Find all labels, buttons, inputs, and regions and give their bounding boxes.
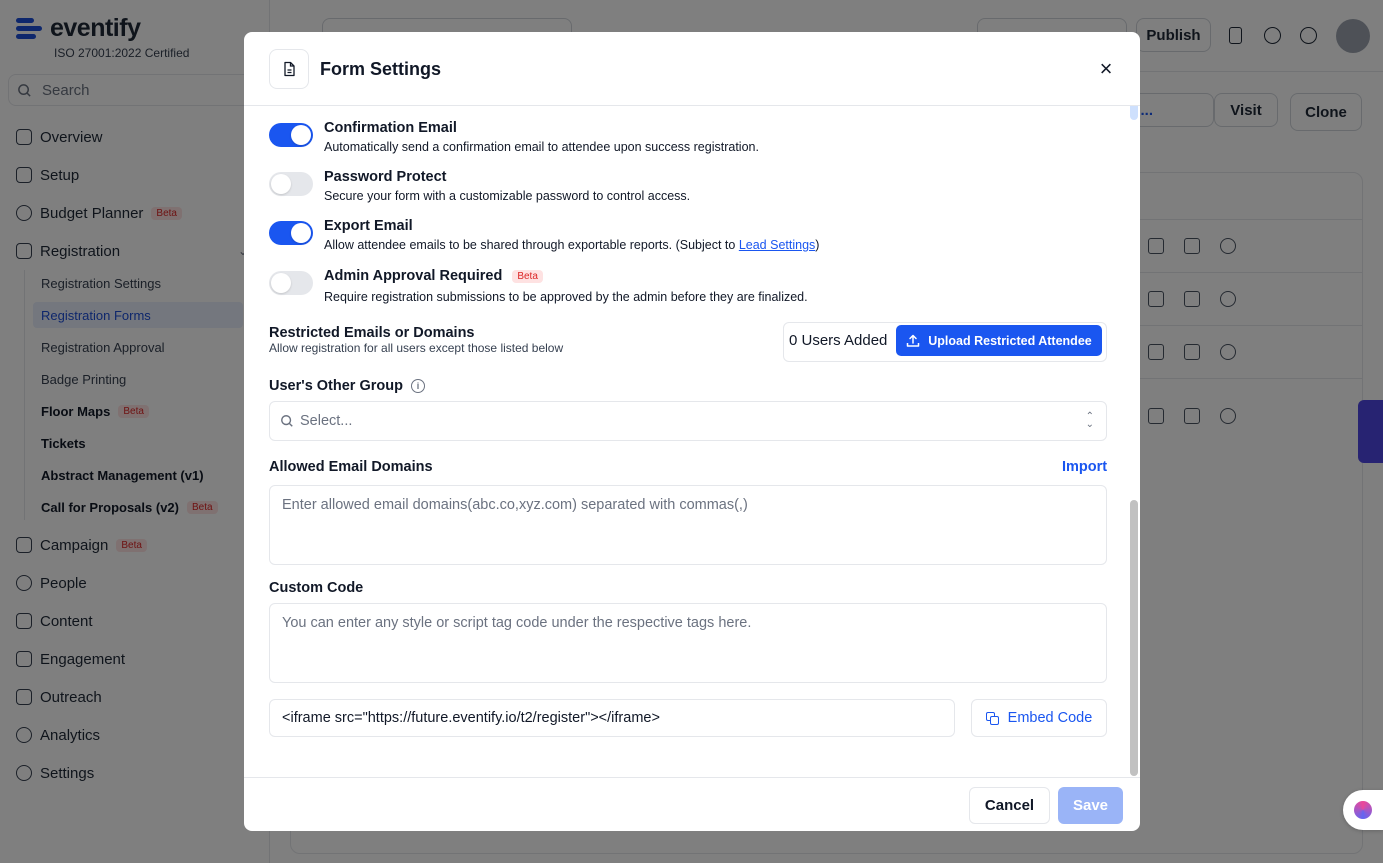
toggle-knob [271,174,291,194]
scrollbar-top [1130,106,1138,120]
export-email-desc-text: Allow attendee emails to be shared throu… [324,238,739,252]
password-protect-desc: Secure your form with a customizable pas… [324,189,691,203]
password-protect-toggle[interactable] [269,172,313,196]
embed-code-label: Embed Code [1007,710,1093,726]
modal-header: Form Settings × [244,32,1140,106]
toggle-knob [291,125,311,145]
export-email-title: Export Email [324,218,413,234]
form-settings-modal: Form Settings × Confirmation Email Autom… [244,32,1140,831]
lead-settings-link[interactable]: Lead Settings [739,238,815,252]
admin-approval-title-text: Admin Approval Required [324,268,503,284]
upload-restricted-attendee-button[interactable]: Upload Restricted Attendee [896,325,1102,356]
modal-title: Form Settings [320,59,442,79]
close-icon[interactable]: × [1096,58,1116,80]
admin-approval-toggle[interactable] [269,271,313,295]
embed-code-input[interactable]: <iframe src="https://future.eventify.io/… [269,699,955,737]
export-email-desc-close: ) [815,238,820,252]
other-group-title-text: User's Other Group [269,378,403,394]
custom-code-textarea[interactable]: You can enter any style or script tag co… [269,603,1107,683]
custom-code-title: Custom Code [269,580,364,596]
upload-icon [907,334,920,347]
users-added-count: 0 Users Added [789,332,888,349]
select-placeholder: Select... [300,413,353,429]
restricted-subtitle: Allow registration for all users except … [269,341,564,355]
cancel-button[interactable]: Cancel [969,787,1050,824]
modal-footer: Cancel Save [244,777,1140,831]
import-link[interactable]: Import [1062,459,1107,475]
allowed-domains-textarea[interactable]: Enter allowed email domains(abc.co,xyz.c… [269,485,1107,565]
admin-approval-desc: Require registration submissions to be a… [324,290,808,304]
modal-scrollbar[interactable] [1130,500,1138,776]
search-icon [281,415,293,427]
beta-badge: Beta [512,269,543,283]
save-button[interactable]: Save [1058,787,1123,824]
toggle-knob [291,223,311,243]
document-icon [269,49,309,89]
confirmation-email-toggle[interactable] [269,123,313,147]
chevron-up-down-icon: ⌃ ⌄ [1085,411,1094,430]
toggle-knob [271,273,291,293]
upload-button-label: Upload Restricted Attendee [928,333,1092,348]
info-icon[interactable]: i [410,379,425,393]
copy-icon [985,711,999,725]
brain-icon [1354,801,1372,819]
embed-code-button[interactable]: Embed Code [971,699,1107,737]
allowed-domains-title: Allowed Email Domains [269,459,433,475]
restricted-title: Restricted Emails or Domains [269,325,475,341]
export-email-toggle[interactable] [269,221,313,245]
ai-assistant-button[interactable] [1343,790,1383,830]
export-email-desc: Allow attendee emails to be shared throu… [324,238,819,252]
password-protect-title: Password Protect [324,169,447,185]
confirmation-email-title: Confirmation Email [324,120,457,136]
confirmation-email-desc: Automatically send a confirmation email … [324,140,759,154]
other-group-select[interactable]: Select... ⌃ ⌄ [269,401,1107,441]
other-group-title: User's Other Group i [269,378,425,394]
admin-approval-title: Admin Approval Required Beta [324,268,543,284]
